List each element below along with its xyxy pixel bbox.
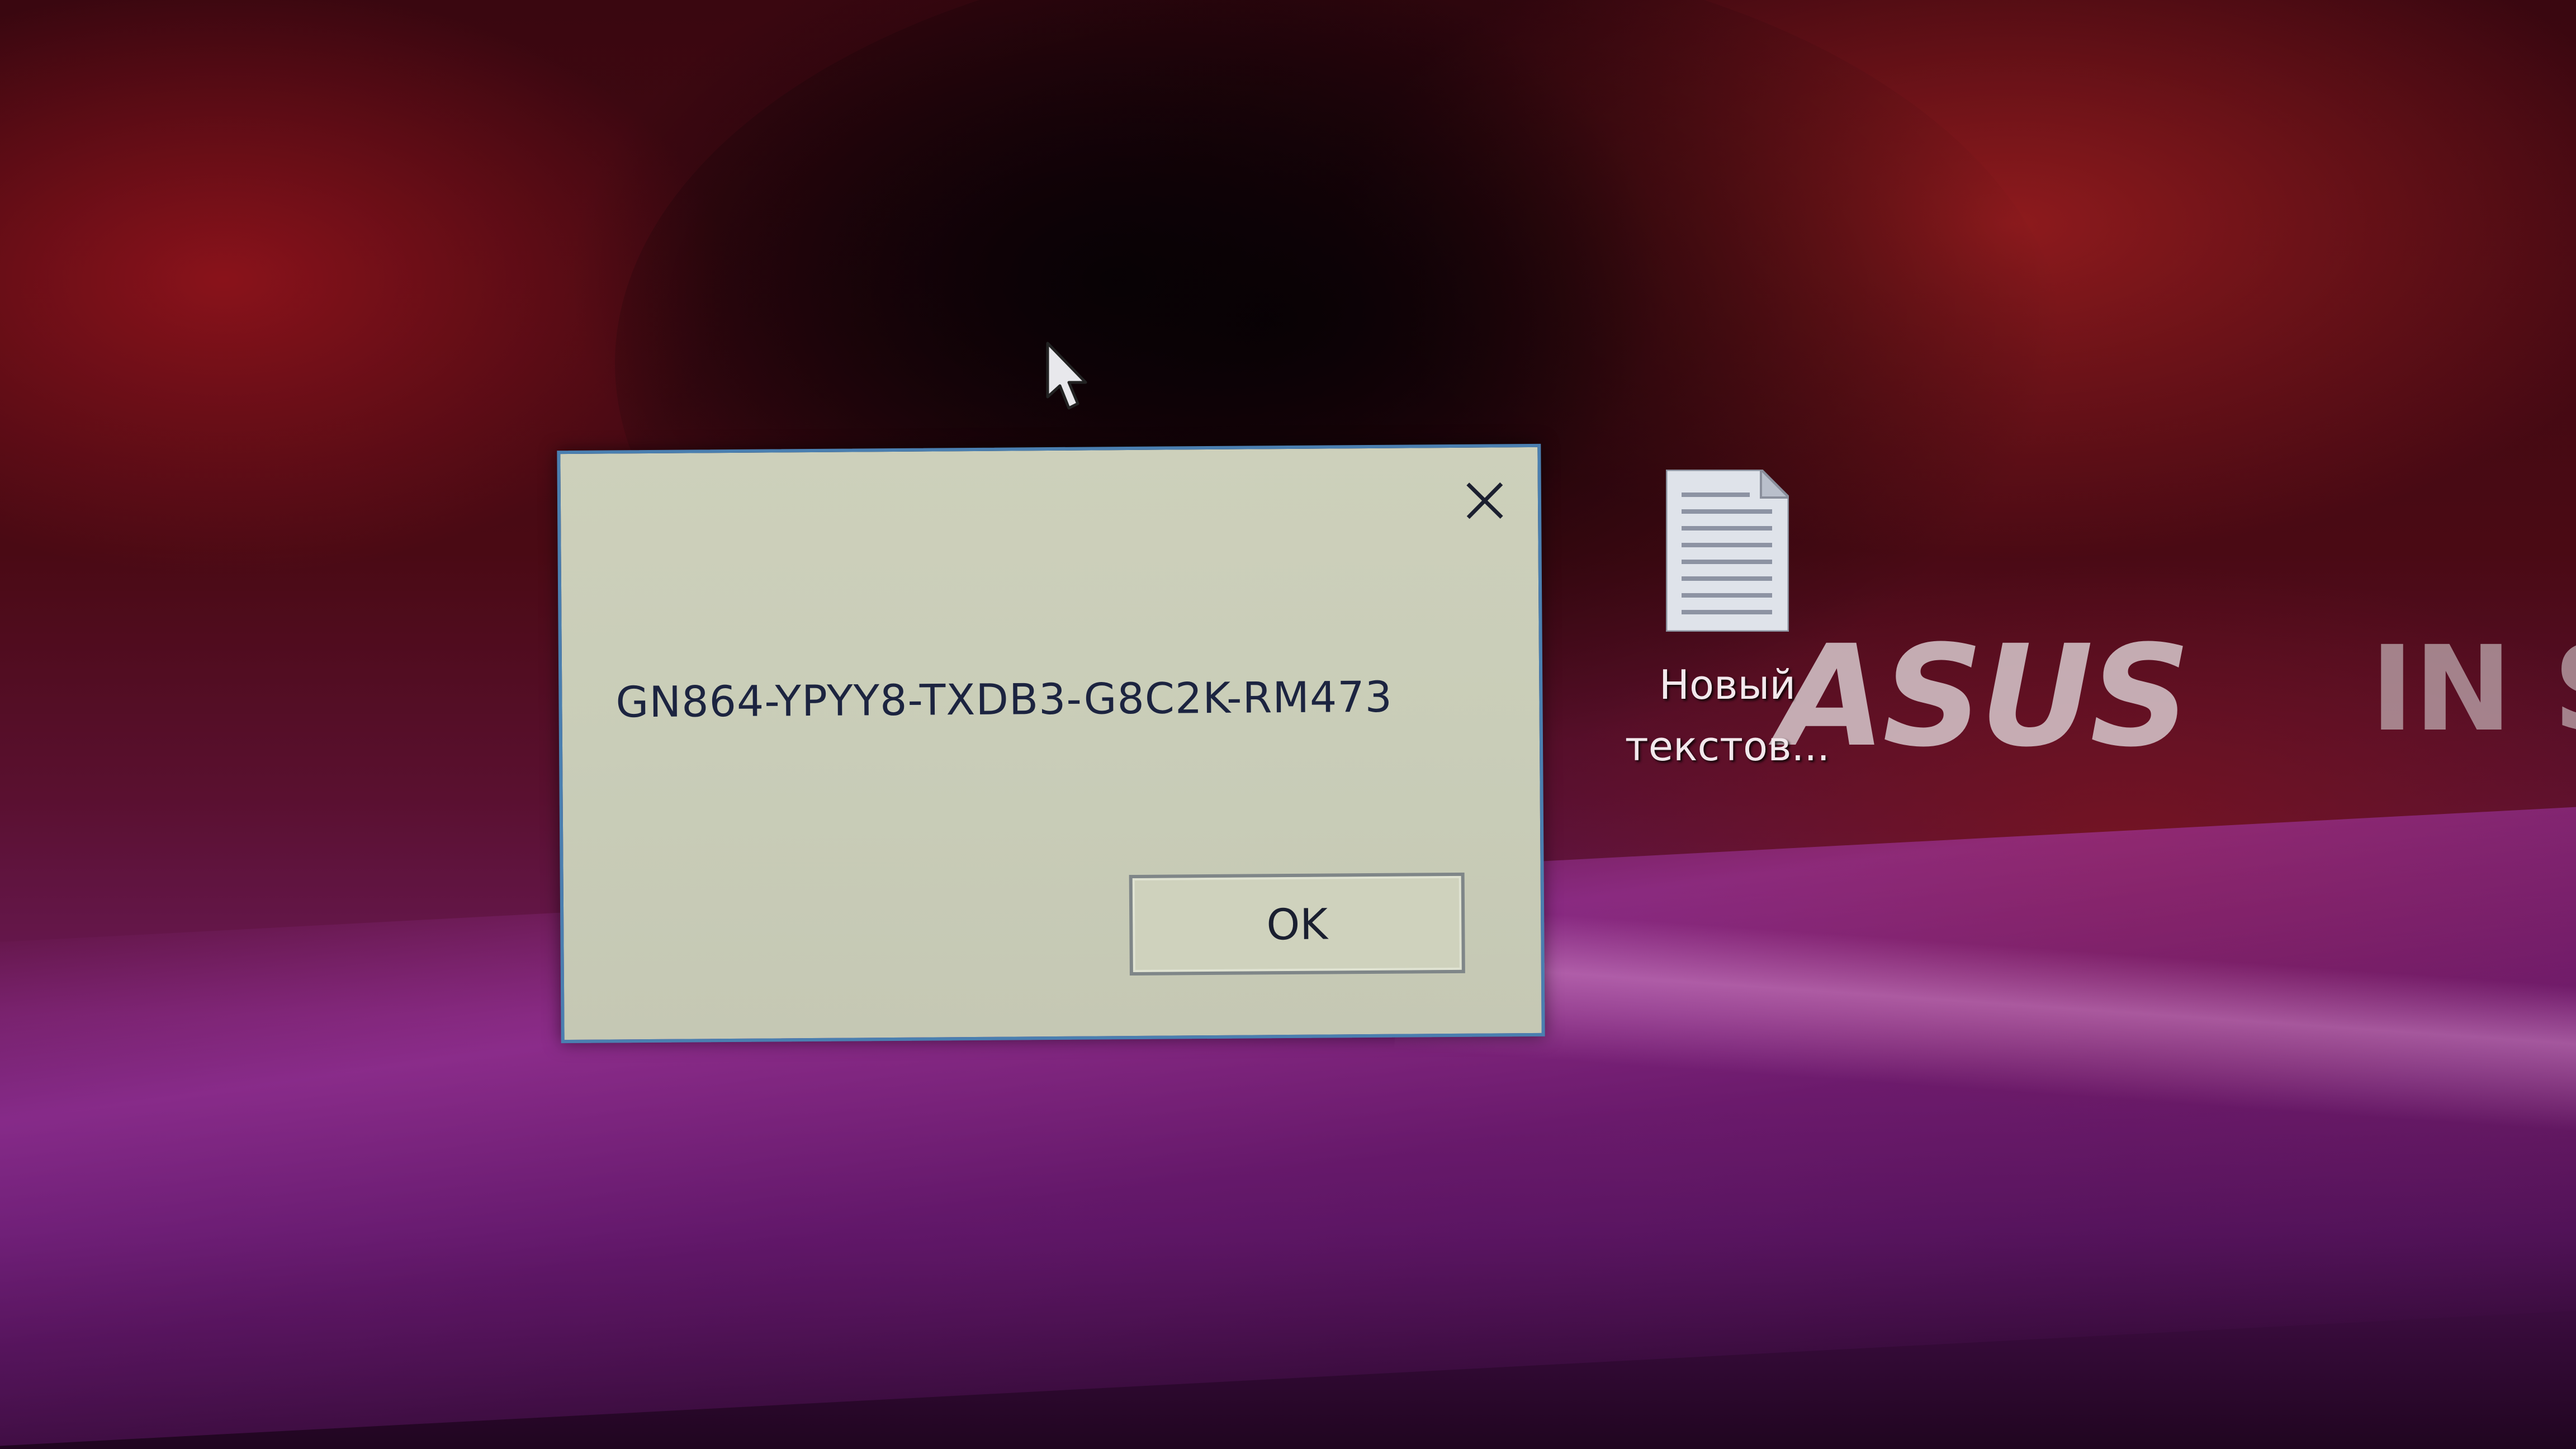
text-document-icon (1666, 470, 1789, 632)
ok-button[interactable]: OK (1129, 872, 1465, 976)
desktop-icon-text-file[interactable]: Новый текстов... (1610, 464, 1845, 777)
brand-tagline: IN SE (2370, 621, 2576, 757)
close-icon[interactable] (1460, 475, 1510, 526)
desktop: ASUS IN SE Новый текстов... GN864-YPYY8-… (0, 0, 2576, 1449)
message-dialog: GN864-YPYY8-TXDB3-G8C2K-RM473 OK (557, 443, 1545, 1044)
desktop-icon-label: Новый текстов... (1625, 661, 1830, 770)
dialog-message: GN864-YPYY8-TXDB3-G8C2K-RM473 (615, 671, 1393, 727)
arrow-cursor-icon (1046, 342, 1087, 410)
